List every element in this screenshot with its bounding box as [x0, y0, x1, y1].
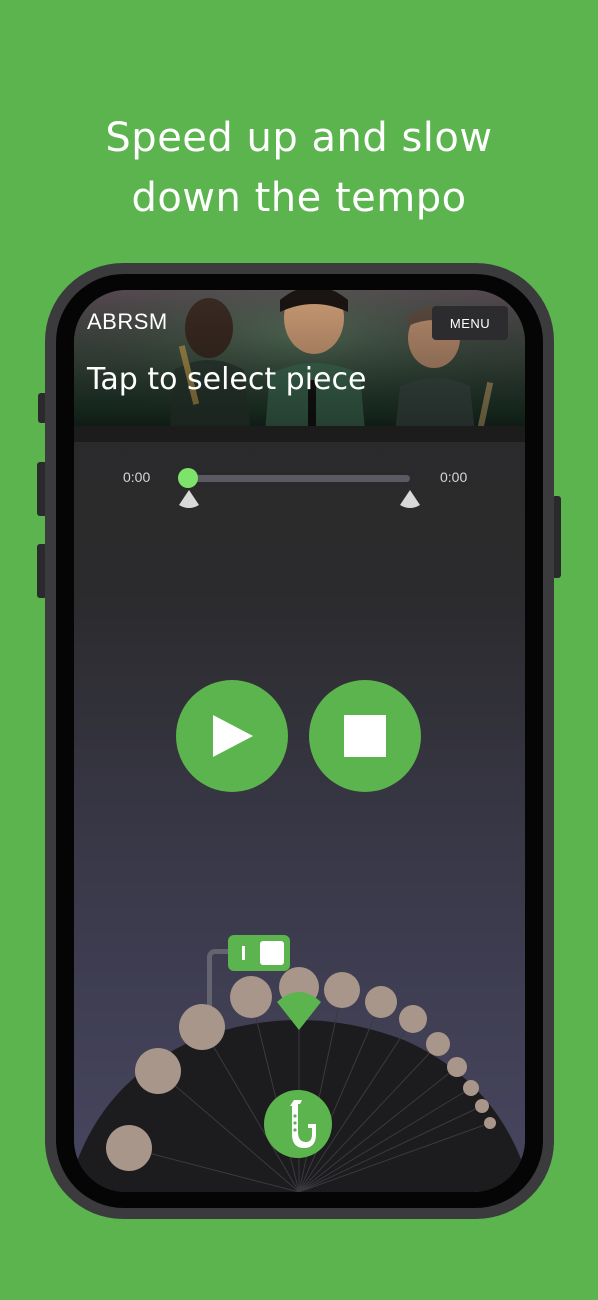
header-divider	[74, 426, 525, 442]
tempo-dot[interactable]	[475, 1099, 489, 1113]
play-icon	[213, 715, 253, 757]
menu-button[interactable]: MENU	[432, 306, 508, 340]
tempo-dot[interactable]	[324, 972, 360, 1008]
tempo-dot[interactable]	[399, 1005, 427, 1033]
select-piece-link[interactable]: Tap to select piece	[87, 362, 366, 397]
instrument-button[interactable]	[264, 1090, 332, 1158]
tempo-dot[interactable]	[179, 1004, 225, 1050]
headline-line-1: Speed up and slow	[105, 115, 493, 161]
headline-line-2: down the tempo	[131, 175, 467, 221]
headline: Speed up and slow down the tempo	[0, 108, 598, 228]
stop-button[interactable]	[309, 680, 421, 792]
loop-start-marker-icon[interactable]	[177, 490, 201, 510]
tempo-dot[interactable]	[106, 1125, 152, 1171]
time-elapsed: 0:00	[123, 469, 151, 485]
stop-icon	[344, 715, 386, 757]
tempo-dot[interactable]	[365, 986, 397, 1018]
tempo-dot[interactable]	[463, 1080, 479, 1096]
tempo-dot[interactable]	[484, 1117, 496, 1129]
play-button[interactable]	[176, 680, 288, 792]
brand-logo: ABRSM	[87, 309, 168, 334]
header-photo[interactable]: ABRSM MENU Tap to select piece	[74, 290, 525, 442]
tempo-dot[interactable]	[426, 1032, 450, 1056]
tempo-dot[interactable]	[135, 1048, 181, 1094]
playhead-handle[interactable]	[178, 468, 198, 488]
time-total: 0:00	[440, 469, 468, 485]
app-screen: ABRSM MENU Tap to select piece 0:00 0:00	[74, 290, 525, 1192]
progress-track[interactable]	[187, 475, 410, 482]
saxophone-icon	[290, 1100, 316, 1148]
loop-end-marker-icon[interactable]	[398, 490, 422, 510]
tempo-dot[interactable]	[447, 1057, 467, 1077]
tempo-dot[interactable]	[230, 976, 272, 1018]
